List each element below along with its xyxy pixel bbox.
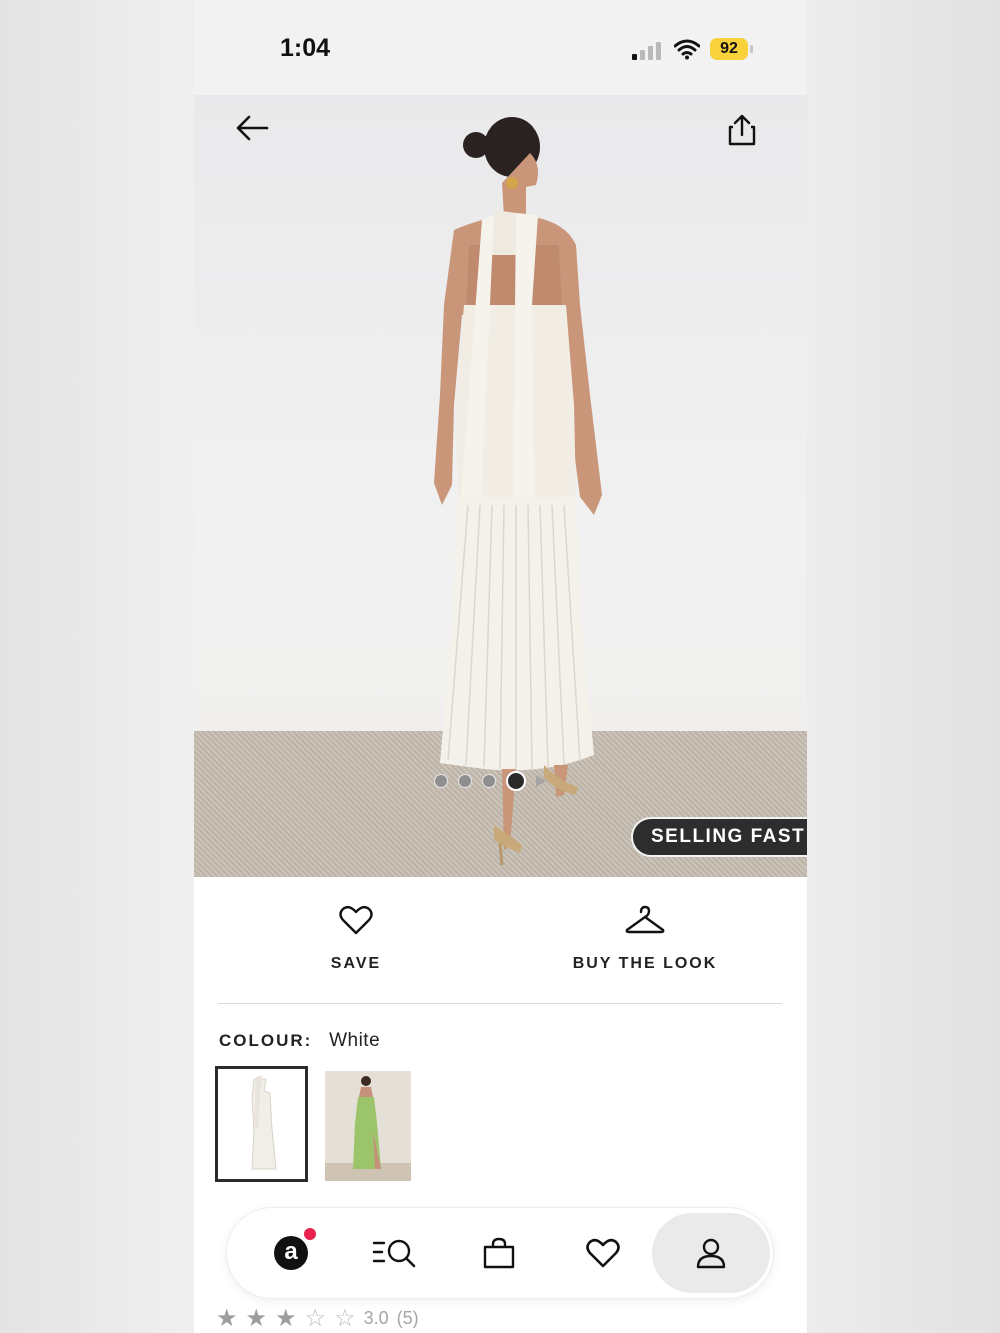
- selling-fast-badge: SELLING FAST: [631, 817, 807, 857]
- product-image-gallery[interactable]: SELLING FAST: [194, 95, 807, 877]
- wifi-icon: [674, 39, 700, 60]
- colour-value: White: [329, 1030, 381, 1051]
- swatch-thumbnail-green: [325, 1071, 411, 1181]
- battery-indicator: 92: [710, 38, 748, 60]
- save-button[interactable]: SAVE: [316, 905, 396, 973]
- pagination-dot[interactable]: [458, 774, 472, 788]
- pagination-dot[interactable]: [482, 774, 496, 788]
- nav-search[interactable]: [345, 1208, 445, 1298]
- share-icon: [728, 114, 756, 146]
- pagination-dot[interactable]: [434, 774, 448, 788]
- home-icon: a: [274, 1226, 318, 1270]
- star-icon: ★: [275, 1305, 297, 1332]
- rating-row[interactable]: ★ ★ ★ ☆ ☆ 3.0 (5): [216, 1304, 419, 1333]
- nav-bag[interactable]: [449, 1208, 549, 1298]
- gallery-pagination[interactable]: [434, 770, 546, 792]
- colour-swatch-green[interactable]: [325, 1071, 411, 1181]
- rating-count: (5): [396, 1308, 419, 1328]
- nav-account[interactable]: [652, 1213, 770, 1293]
- arrow-left-icon: [236, 115, 269, 141]
- swatch-thumbnail-white: [251, 1075, 277, 1170]
- divider: [218, 1003, 782, 1004]
- bottom-navigation: a: [227, 1208, 773, 1298]
- hanger-icon: [625, 905, 665, 934]
- signal-icon: [632, 40, 664, 60]
- product-actions: SAVE BUY THE LOOK: [194, 877, 807, 1003]
- colour-row: COLOUR: White: [219, 1030, 380, 1052]
- video-play-icon[interactable]: [536, 775, 546, 787]
- pagination-dot-active[interactable]: [506, 771, 526, 791]
- search-icon: [372, 1239, 416, 1268]
- star-outline-icon: ☆: [334, 1305, 356, 1332]
- status-time: 1:04: [280, 34, 331, 62]
- heart-icon: [586, 1238, 620, 1268]
- phone-screen: 1:04 92 SELLING FAST SAVE BUY THE LOOK C…: [194, 0, 807, 1333]
- nav-home[interactable]: a: [241, 1208, 341, 1298]
- share-button[interactable]: [722, 110, 762, 150]
- bag-icon: [483, 1237, 515, 1269]
- colour-label: COLOUR:: [219, 1031, 313, 1050]
- battery-tip: [750, 45, 753, 53]
- colour-swatch-white[interactable]: [215, 1066, 308, 1182]
- buy-the-look-button[interactable]: BUY THE LOOK: [560, 905, 730, 973]
- rating-value: 3.0: [363, 1308, 389, 1328]
- status-bar: 1:04 92: [194, 0, 807, 95]
- star-outline-icon: ☆: [304, 1305, 327, 1332]
- product-image: [434, 117, 602, 866]
- star-icon: ★: [245, 1305, 268, 1332]
- buy-the-look-label: BUY THE LOOK: [572, 955, 718, 972]
- save-label: SAVE: [330, 955, 382, 972]
- back-button[interactable]: [232, 108, 272, 148]
- nav-saved[interactable]: [553, 1208, 653, 1298]
- account-icon: [696, 1238, 726, 1269]
- star-icon: ★: [216, 1305, 238, 1332]
- heart-icon: [339, 905, 373, 935]
- notification-dot: [302, 1226, 318, 1242]
